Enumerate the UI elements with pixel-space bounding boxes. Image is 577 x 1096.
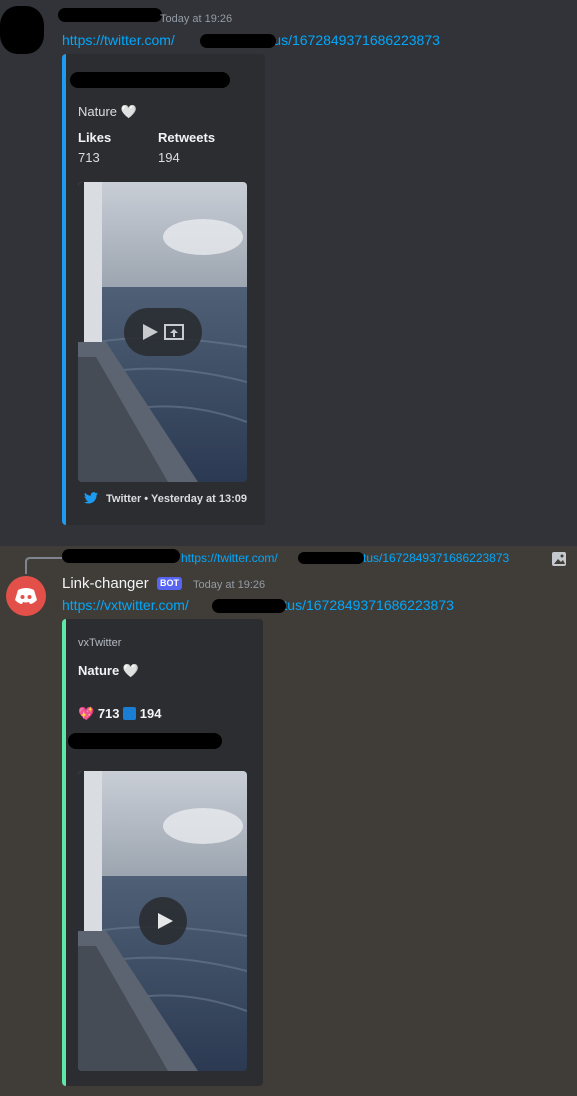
redacted-handle — [200, 34, 276, 48]
bot-badge: BOT — [157, 577, 182, 590]
message-timestamp: Today at 19:26 — [193, 579, 266, 591]
embed-description: Nature 🤍 — [78, 104, 137, 119]
image-icon — [552, 552, 566, 566]
field-retweets-value: 194 — [158, 150, 180, 165]
redacted-reply-handle — [298, 552, 364, 564]
retweet-icon — [123, 707, 137, 720]
embed-video[interactable] — [78, 182, 247, 482]
embed-video[interactable] — [78, 771, 247, 1071]
play-icon[interactable] — [156, 912, 174, 930]
redacted-embed-author — [68, 733, 222, 749]
field-likes-name: Likes — [78, 130, 112, 145]
play-icon[interactable] — [141, 323, 159, 341]
message-timestamp: Today at 19:26 — [160, 13, 233, 25]
embed-provider: vxTwitter — [78, 637, 122, 649]
retweets-count: 194 — [139, 706, 162, 721]
embed-stats: 💖 713 194 — [78, 706, 161, 722]
video-controls[interactable] — [124, 308, 202, 356]
embed-title[interactable]: Nature 🤍 — [78, 663, 139, 679]
discord-logo-icon[interactable] — [6, 576, 46, 616]
field-likes-value: 713 — [78, 150, 100, 165]
embed-footer: Twitter • Yesterday at 13:09 — [106, 493, 248, 505]
redacted-avatar — [0, 6, 44, 54]
twitter-bird-icon — [84, 492, 98, 504]
heart-icon: 💖 — [78, 706, 95, 721]
redacted-reply-author — [62, 549, 180, 563]
vxtwitter-embed: vxTwitter Nature 🤍 💖 713 194 — [62, 619, 263, 1086]
reply-spine — [25, 557, 62, 574]
message-1: Today at 19:26 https://twitter.com//stat… — [0, 0, 577, 546]
redacted-embed-author — [70, 72, 230, 88]
redacted-username — [58, 8, 162, 22]
redacted-handle — [212, 599, 286, 613]
field-retweets-name: Retweets — [158, 130, 216, 145]
popout-icon[interactable] — [164, 323, 184, 341]
message-2: https://twitter.com//status/167284937168… — [0, 546, 577, 1096]
twitter-embed: Nature 🤍 Likes 713 Retweets 194 Twitter … — [62, 54, 265, 525]
author-name[interactable]: Link-changer — [62, 575, 149, 592]
likes-count: 713 — [97, 706, 120, 721]
